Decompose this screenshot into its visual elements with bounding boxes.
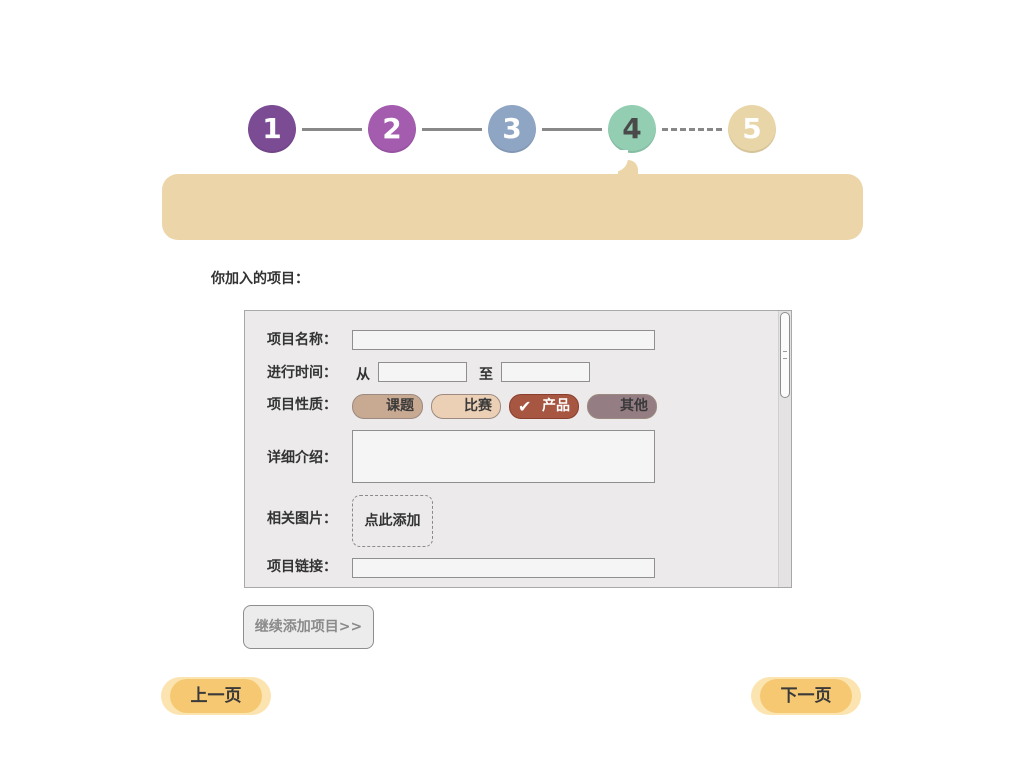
- time-to-label: 至: [479, 367, 493, 383]
- scrollbar-track[interactable]: [778, 311, 791, 587]
- project-detail-textarea[interactable]: [352, 430, 655, 483]
- chip-label: 课题: [386, 398, 414, 414]
- chip-label: 比赛: [464, 398, 492, 414]
- check-icon: ✔: [518, 397, 532, 416]
- continue-add-project-button[interactable]: 继续添加项目>>: [243, 605, 374, 649]
- project-detail-label: 详细介绍：: [267, 450, 337, 466]
- project-link-label: 项目链接：: [267, 559, 337, 575]
- project-nature-label: 项目性质：: [267, 397, 337, 413]
- step-5-indicator: 5: [728, 105, 776, 153]
- project-name-label: 项目名称：: [267, 332, 337, 348]
- step-connector-pending: [662, 128, 722, 131]
- next-page-label: 下一页: [760, 679, 852, 713]
- step-2-indicator: 2: [368, 105, 416, 153]
- prev-page-button[interactable]: 上一页: [161, 677, 271, 715]
- chip-label: 产品: [542, 398, 570, 414]
- step-connector: [542, 128, 602, 131]
- time-from-label: 从: [356, 367, 370, 383]
- time-from-input[interactable]: [378, 362, 467, 382]
- project-name-input[interactable]: [352, 330, 655, 350]
- next-page-button[interactable]: 下一页: [751, 677, 861, 715]
- scrollbar-thumb[interactable]: [780, 312, 790, 398]
- nature-option-topic[interactable]: 课题: [352, 394, 423, 419]
- step-connector: [422, 128, 482, 131]
- nature-option-competition[interactable]: 比赛: [431, 394, 501, 419]
- chip-label: 其他: [620, 398, 648, 414]
- prev-page-label: 上一页: [170, 679, 262, 713]
- add-image-button[interactable]: 点此添加: [352, 495, 433, 547]
- step-connector: [302, 128, 362, 131]
- project-link-input[interactable]: [352, 558, 655, 578]
- step-1-indicator: 1: [248, 105, 296, 153]
- time-to-input[interactable]: [501, 362, 590, 382]
- nature-option-product[interactable]: ✔ 产品: [509, 394, 579, 419]
- project-form-panel: 项目名称： 进行时间： 从 至 项目性质： 课题 比赛 ✔ 产品 其他 详细介绍：…: [244, 310, 792, 588]
- section-title: 你加入的项目：: [211, 271, 309, 287]
- project-time-label: 进行时间：: [267, 365, 337, 381]
- nature-option-other[interactable]: 其他: [587, 394, 657, 419]
- step-4-indicator-current: 4: [608, 105, 656, 153]
- step-3-indicator: 3: [488, 105, 536, 153]
- project-image-label: 相关图片：: [267, 511, 337, 527]
- step-banner: [162, 174, 863, 240]
- scrollbar-grip-icon: [783, 351, 787, 359]
